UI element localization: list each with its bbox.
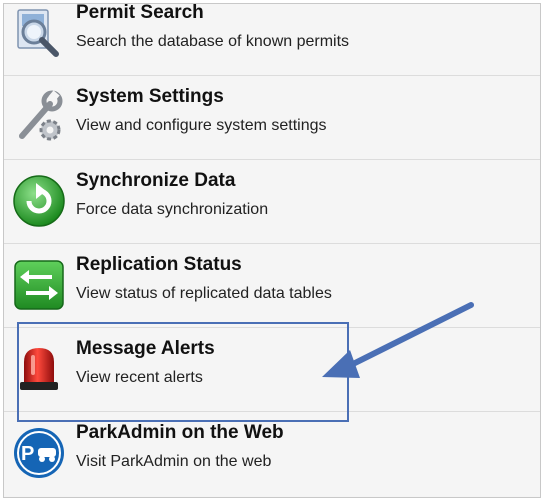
- permit-search-icon: [17, 9, 59, 57]
- menu-item-title: Permit Search: [76, 3, 204, 23]
- menu-item-subtitle: View recent alerts: [76, 369, 203, 386]
- menu-item-title: Replication Status: [76, 254, 242, 275]
- parkadmin-logo-icon: P: [14, 428, 64, 478]
- menu-item-permit-search[interactable]: Permit Search Search the database of kno…: [4, 3, 540, 76]
- svg-text:P: P: [21, 443, 34, 465]
- alert-siren-icon: [20, 348, 58, 390]
- menu-item-subtitle: Visit ParkAdmin on the web: [76, 453, 272, 470]
- menu-item-system-settings[interactable]: System Settings View and configure syste…: [4, 76, 540, 160]
- menu-item-replication-status[interactable]: Replication Status View status of replic…: [4, 244, 540, 328]
- menu-item-subtitle: View status of replicated data tables: [76, 285, 332, 302]
- wrench-gear-icon: [19, 90, 63, 141]
- menu-item-title: System Settings: [76, 86, 224, 107]
- menu-item-title: Message Alerts: [76, 338, 215, 359]
- menu-item-subtitle: View and configure system settings: [76, 117, 327, 134]
- menu-item-title: Synchronize Data: [76, 170, 236, 191]
- menu-item-parkadmin-web[interactable]: P ParkAdmin on the Web Visit ParkAdmin o…: [4, 412, 540, 496]
- menu-item-title: ParkAdmin on the Web: [76, 422, 284, 443]
- menu-list: Permit Search Search the database of kno…: [3, 3, 541, 498]
- sync-icon: [13, 175, 65, 227]
- menu-item-subtitle: Search the database of known permits: [76, 33, 350, 50]
- replication-arrows-icon: [14, 260, 64, 310]
- menu-item-message-alerts[interactable]: Message Alerts View recent alerts: [4, 328, 540, 412]
- menu-item-synchronize-data[interactable]: Synchronize Data Force data synchronizat…: [4, 160, 540, 244]
- menu-item-subtitle: Force data synchronization: [76, 201, 269, 218]
